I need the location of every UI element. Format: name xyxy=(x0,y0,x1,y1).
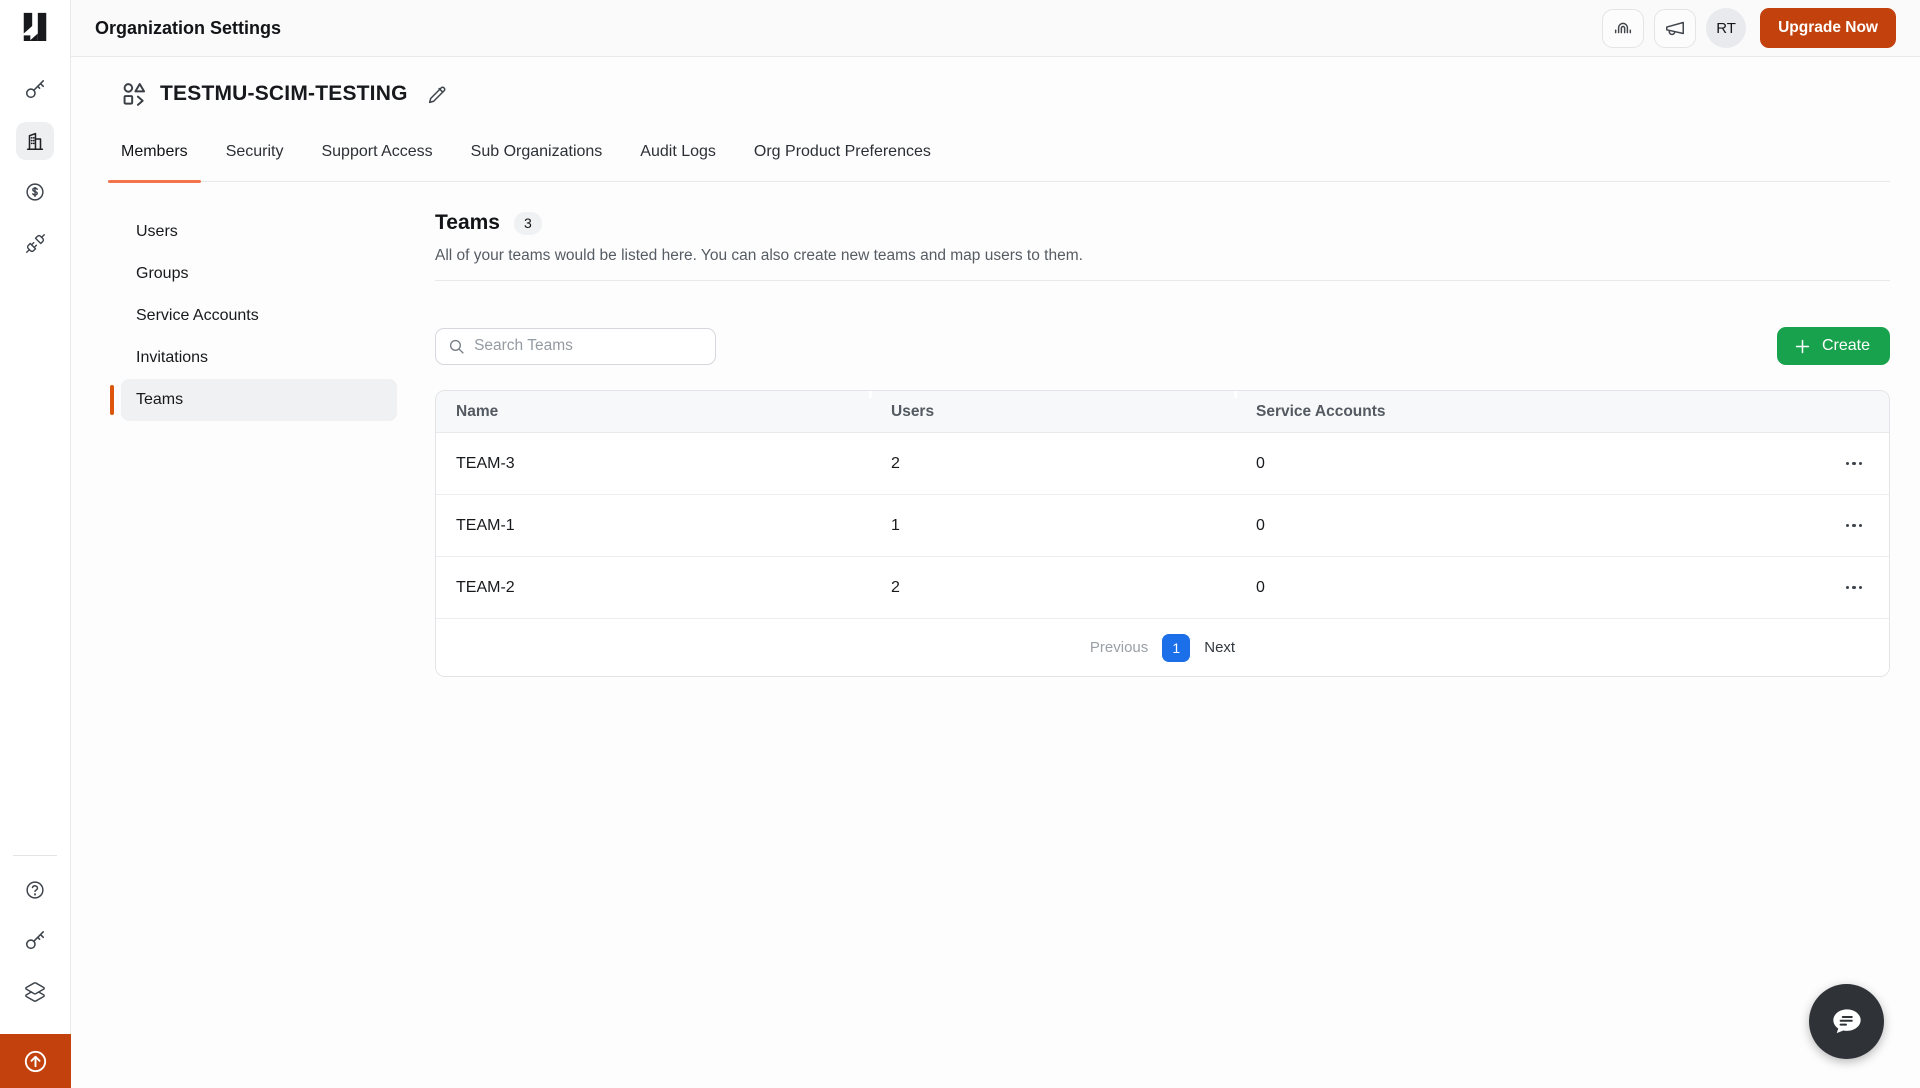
create-team-button[interactable]: Create xyxy=(1777,327,1890,365)
tab-org-product-preferences[interactable]: Org Product Preferences xyxy=(741,129,944,181)
sidebar-nav xyxy=(16,71,54,262)
tab-sub-organizations[interactable]: Sub Organizations xyxy=(458,129,616,181)
teams-toolbar: Create xyxy=(435,327,1890,365)
row-menu-ellipsis-icon xyxy=(1846,524,1850,528)
sidebar-item-billing[interactable] xyxy=(16,173,54,211)
subnav-item-teams[interactable]: Teams xyxy=(121,379,397,421)
teams-heading-row: Teams 3 xyxy=(435,211,1890,235)
logo-mark-icon xyxy=(20,11,50,41)
teams-heading: Teams xyxy=(435,211,500,235)
pagination-next-button[interactable]: Next xyxy=(1204,639,1235,656)
tab-members[interactable]: Members xyxy=(108,129,201,181)
key-icon xyxy=(24,79,46,101)
team-users-cell: 2 xyxy=(871,579,1236,597)
row-menu-ellipsis-icon xyxy=(1846,462,1850,466)
table-header-row: Name Users Service Accounts xyxy=(436,391,1889,433)
table-pagination: Previous 1 Next xyxy=(436,619,1889,676)
org-header: TESTMU-SCIM-TESTING xyxy=(71,57,1920,107)
help-circle-icon xyxy=(24,879,46,901)
avatar-initials: RT xyxy=(1716,20,1736,37)
team-name-cell: TEAM-2 xyxy=(436,579,871,597)
team-users-cell: 1 xyxy=(871,517,1236,535)
content-area: TESTMU-SCIM-TESTING Members Security Sup… xyxy=(71,57,1920,1088)
sidebar-bottom-group xyxy=(0,855,71,1088)
billing-dollar-icon xyxy=(24,181,46,203)
plus-icon xyxy=(1793,337,1812,356)
access-key-icon xyxy=(24,930,46,952)
teams-description: All of your teams would be listed here. … xyxy=(435,247,1890,265)
column-header-service-accounts: Service Accounts xyxy=(1236,403,1819,421)
activity-waves-button[interactable] xyxy=(1602,9,1644,48)
user-avatar[interactable]: RT xyxy=(1706,8,1746,48)
table-row[interactable]: TEAM-2 2 0 xyxy=(436,557,1889,619)
create-team-label: Create xyxy=(1822,337,1870,355)
sidebar-upgrade-button[interactable] xyxy=(0,1034,71,1088)
members-body: Users Groups Service Accounts Invitation… xyxy=(71,182,1920,677)
subnav-item-users[interactable]: Users xyxy=(121,211,397,253)
row-menu-button[interactable] xyxy=(1838,452,1871,476)
sidebar-item-access-keys[interactable] xyxy=(16,922,54,960)
column-header-users: Users xyxy=(871,403,1236,421)
team-users-cell: 2 xyxy=(871,455,1236,473)
row-menu-button[interactable] xyxy=(1838,576,1871,600)
waves-icon xyxy=(1612,17,1634,39)
subnav-item-groups[interactable]: Groups xyxy=(121,253,397,295)
teams-count-badge: 3 xyxy=(514,212,542,235)
search-teams-box xyxy=(435,328,716,365)
chat-widget-button[interactable] xyxy=(1809,984,1884,1059)
teams-table: Name Users Service Accounts TEAM-3 2 0 T… xyxy=(435,390,1890,677)
announcements-button[interactable] xyxy=(1654,9,1696,48)
table-row[interactable]: TEAM-3 2 0 xyxy=(436,433,1889,495)
column-resize-notch xyxy=(1234,391,1237,398)
shapes-icon xyxy=(121,81,147,107)
sidebar-item-environments[interactable] xyxy=(16,973,54,1011)
pagination-previous-button[interactable]: Previous xyxy=(1090,639,1148,656)
layers-icon xyxy=(24,981,46,1003)
tab-support-access[interactable]: Support Access xyxy=(308,129,445,181)
search-teams-input[interactable] xyxy=(474,337,703,355)
row-menu-ellipsis-icon xyxy=(1846,586,1850,590)
team-name-cell: TEAM-3 xyxy=(436,455,871,473)
team-service-accounts-cell: 0 xyxy=(1236,579,1819,597)
megaphone-icon xyxy=(1664,17,1686,39)
team-service-accounts-cell: 0 xyxy=(1236,517,1819,535)
pagination-page-1-button[interactable]: 1 xyxy=(1162,634,1190,662)
tab-audit-logs[interactable]: Audit Logs xyxy=(627,129,729,181)
upgrade-now-button[interactable]: Upgrade Now xyxy=(1760,8,1896,48)
sidebar-divider xyxy=(13,855,57,856)
app-sidebar xyxy=(0,0,71,1088)
team-service-accounts-cell: 0 xyxy=(1236,455,1819,473)
upgrade-arrow-icon xyxy=(22,1048,49,1075)
team-name-cell: TEAM-1 xyxy=(436,517,871,535)
sidebar-item-integrations[interactable] xyxy=(16,224,54,262)
edit-org-name-button[interactable] xyxy=(427,84,448,105)
page-title: Organization Settings xyxy=(95,18,281,39)
teams-panel: Teams 3 All of your teams would be liste… xyxy=(435,211,1890,677)
topbar-actions: RT Upgrade Now xyxy=(1602,8,1896,48)
column-resize-notch xyxy=(869,391,872,398)
tab-security[interactable]: Security xyxy=(213,129,297,181)
subnav-item-service-accounts[interactable]: Service Accounts xyxy=(121,295,397,337)
members-subnav: Users Groups Service Accounts Invitation… xyxy=(121,211,397,677)
search-icon xyxy=(448,337,465,356)
section-divider xyxy=(435,280,1890,281)
org-name: TESTMU-SCIM-TESTING xyxy=(160,82,408,106)
organization-building-icon xyxy=(24,130,46,152)
sidebar-item-keys[interactable] xyxy=(16,71,54,109)
subnav-item-invitations[interactable]: Invitations xyxy=(121,337,397,379)
column-header-name: Name xyxy=(436,403,871,421)
topbar: Organization Settings RT Upgrade Now xyxy=(71,0,1920,57)
chat-bubble-icon xyxy=(1826,1001,1868,1043)
edit-pencil-icon xyxy=(427,84,448,105)
row-menu-button[interactable] xyxy=(1838,514,1871,538)
integrations-plug-icon xyxy=(25,233,46,254)
brand-logo[interactable] xyxy=(20,11,50,41)
org-tabs: Members Security Support Access Sub Orga… xyxy=(108,129,1890,182)
table-row[interactable]: TEAM-1 1 0 xyxy=(436,495,1889,557)
sidebar-item-help[interactable] xyxy=(16,871,54,909)
sidebar-item-organization[interactable] xyxy=(16,122,54,160)
